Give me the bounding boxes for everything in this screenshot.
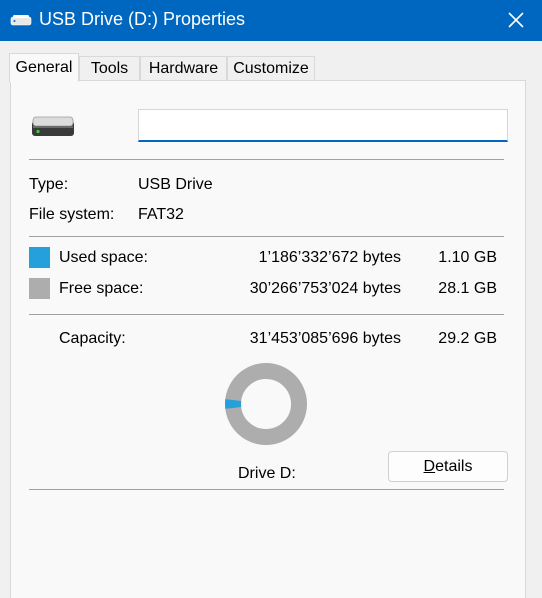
type-label: Type: <box>29 176 69 193</box>
free-space-bytes: 30’266’753’024 bytes <box>249 280 401 297</box>
capacity-label: Capacity: <box>59 330 126 347</box>
drive-icon <box>31 116 75 143</box>
used-space-bytes: 1’186’332’672 bytes <box>258 249 401 266</box>
used-space-label: Used space: <box>59 249 148 266</box>
window-title: USB Drive (D:) Properties <box>39 9 246 29</box>
free-space-size: 28.1 GB <box>438 280 497 297</box>
drive-name-input[interactable] <box>138 109 508 142</box>
type-value: USB Drive <box>138 176 213 193</box>
tab-strip: General Tools Hardware Customize <box>0 41 542 82</box>
free-space-label: Free space: <box>59 280 144 297</box>
free-space-swatch <box>29 278 50 299</box>
tab-tools[interactable]: Tools <box>79 56 140 80</box>
tab-general[interactable]: General <box>9 53 79 82</box>
details-button[interactable]: Details <box>388 451 508 482</box>
close-button[interactable] <box>496 2 536 39</box>
general-panel: Type: USB Drive File system: FAT32 Used … <box>10 80 526 598</box>
usage-donut <box>225 363 307 445</box>
divider <box>29 314 504 315</box>
used-space-size: 1.10 GB <box>438 249 497 266</box>
divider <box>29 159 504 160</box>
filesystem-label: File system: <box>29 206 115 223</box>
used-space-swatch <box>29 247 50 268</box>
drive-label: Drive D: <box>238 465 296 482</box>
details-button-label: etails <box>435 458 473 475</box>
title-bar: USB Drive (D:) Properties <box>0 0 542 41</box>
usb-drive-icon <box>10 12 32 33</box>
close-icon <box>508 12 524 28</box>
filesystem-value: FAT32 <box>138 206 184 223</box>
details-button-access-key: D <box>423 458 436 475</box>
free-space-ring <box>225 363 307 445</box>
tab-customize[interactable]: Customize <box>227 56 315 80</box>
capacity-bytes: 31’453’085’696 bytes <box>249 330 401 347</box>
capacity-size: 29.2 GB <box>438 330 497 347</box>
divider <box>29 236 504 237</box>
divider <box>29 489 504 490</box>
tab-hardware[interactable]: Hardware <box>140 56 227 80</box>
